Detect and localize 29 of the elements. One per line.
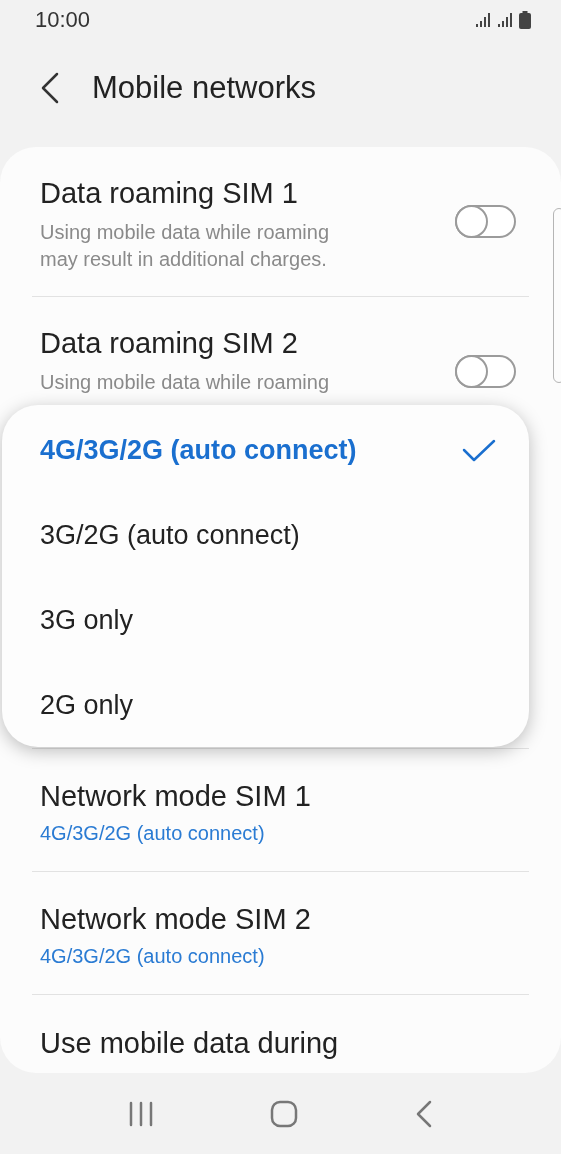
setting-title: Use mobile data during — [40, 1026, 339, 1061]
setting-description: may result in additional charges. — [40, 247, 328, 272]
setting-title: Network mode SIM 2 — [40, 902, 311, 937]
check-icon — [462, 438, 496, 463]
home-icon — [270, 1099, 299, 1128]
setting-title: Data roaming SIM 1 — [40, 176, 299, 211]
battery-icon — [519, 11, 531, 29]
signal-icon — [475, 13, 491, 27]
home-button[interactable] — [270, 1099, 299, 1128]
setting-title: Network mode SIM 1 — [40, 779, 311, 814]
toggle-switch[interactable] — [455, 355, 516, 388]
setting-description: Using mobile data while roaming — [40, 220, 330, 245]
status-time: 10:00 — [35, 7, 91, 33]
back-icon — [40, 72, 60, 104]
toggle-switch[interactable] — [455, 205, 516, 238]
back-icon — [414, 1099, 433, 1128]
back-button[interactable] — [40, 72, 60, 104]
setting-description: Using mobile data while roaming — [40, 370, 330, 395]
menu-option[interactable]: 2G only — [2, 663, 529, 748]
setting-value: 4G/3G/2G (auto connect) — [40, 821, 266, 846]
menu-option[interactable]: 4G/3G/2G (auto connect) — [2, 408, 529, 493]
menu-option[interactable]: 3G only — [2, 578, 529, 663]
setting-value: 4G/3G/2G (auto connect) — [40, 944, 266, 969]
recents-button[interactable] — [128, 1100, 155, 1127]
signal-icon — [497, 13, 513, 27]
page-title: Mobile networks — [92, 70, 316, 106]
setting-title: Data roaming SIM 2 — [40, 326, 299, 361]
menu-option[interactable]: 3G/2G (auto connect) — [2, 493, 529, 578]
recents-icon — [128, 1100, 155, 1127]
